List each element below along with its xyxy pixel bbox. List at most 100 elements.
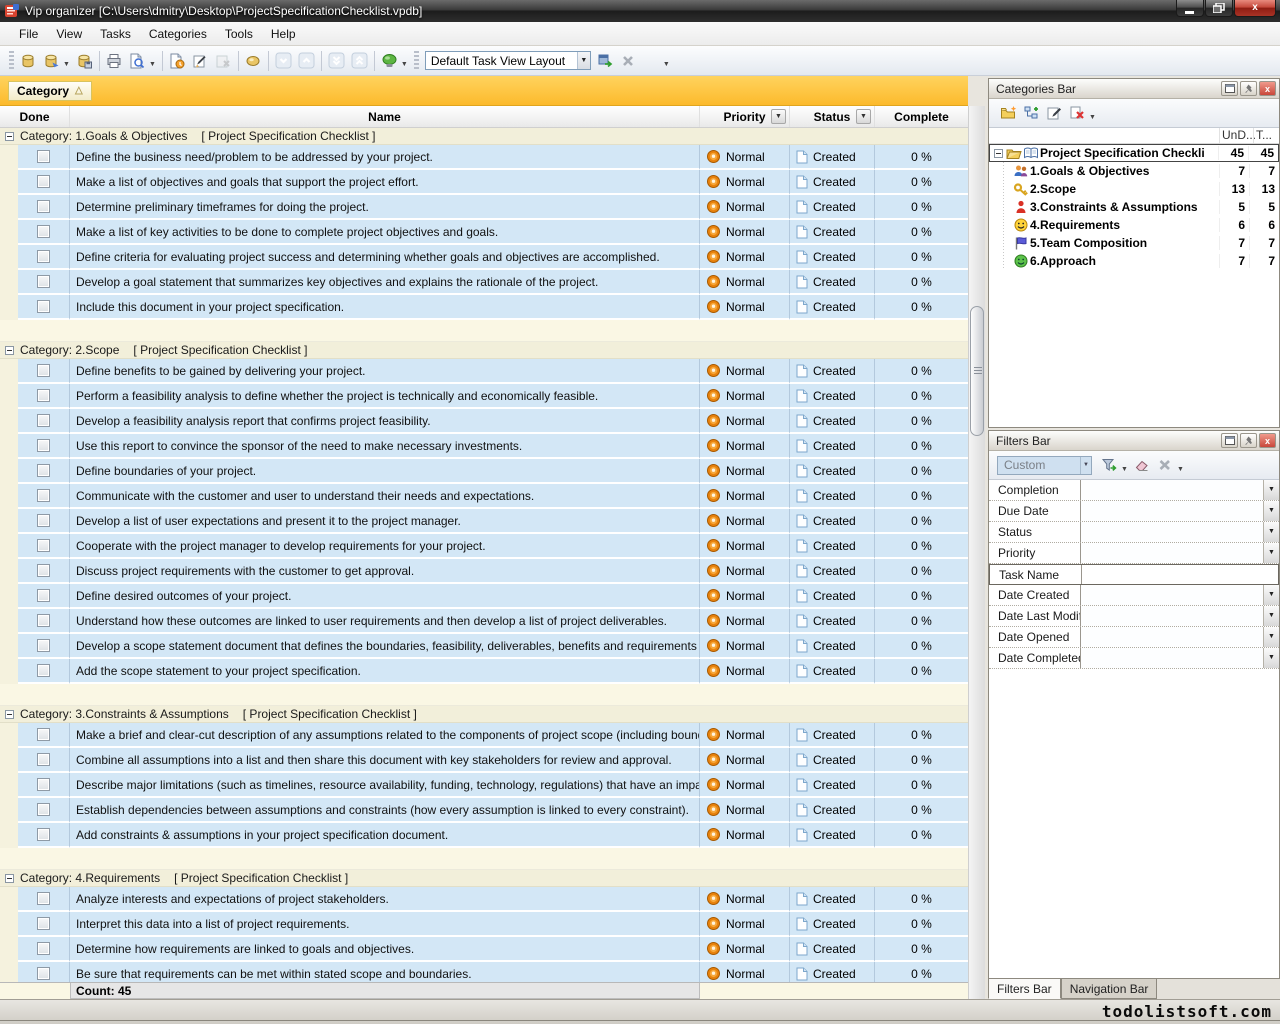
column-header-done[interactable]: Done: [0, 106, 70, 127]
task-checkbox[interactable]: [37, 150, 50, 163]
priority-cell[interactable]: Normal: [700, 584, 790, 609]
toolbar-button-new-category[interactable]: [997, 102, 1020, 124]
priority-cell[interactable]: Normal: [700, 295, 790, 320]
priority-cell[interactable]: Normal: [700, 887, 790, 912]
toolbar-button-print[interactable]: [103, 50, 126, 72]
filter-value-field[interactable]: [1081, 522, 1263, 542]
status-cell[interactable]: Created: [790, 170, 875, 195]
status-cell[interactable]: Created: [790, 634, 875, 659]
toolbar-button-open-database[interactable]: [40, 50, 63, 72]
filter-row-due-date[interactable]: Due Date▼: [989, 501, 1279, 522]
status-cell[interactable]: Created: [790, 409, 875, 434]
priority-cell[interactable]: Normal: [700, 773, 790, 798]
filter-row-date-completed[interactable]: Date Completed▼: [989, 648, 1279, 669]
task-name-cell[interactable]: Use this report to convince the sponsor …: [70, 434, 700, 459]
priority-cell[interactable]: Normal: [700, 748, 790, 773]
toolbar-button-new-subcategory[interactable]: [1020, 102, 1043, 124]
filter-dropdown-button[interactable]: ▼: [1263, 501, 1279, 521]
toolbar-button-new-database[interactable]: [17, 50, 40, 72]
filter-value-field[interactable]: [1081, 501, 1263, 521]
apply-filter-caret[interactable]: ▼: [1121, 466, 1128, 473]
priority-cell[interactable]: Normal: [700, 723, 790, 748]
status-cell[interactable]: Created: [790, 748, 875, 773]
filter-preset-combo[interactable]: Custom ▼: [997, 456, 1092, 475]
task-checkbox[interactable]: [37, 589, 50, 602]
status-cell[interactable]: Created: [790, 459, 875, 484]
toolbar-button-save-database[interactable]: [73, 50, 96, 72]
status-cell[interactable]: Created: [790, 245, 875, 270]
priority-cell[interactable]: Normal: [700, 509, 790, 534]
task-checkbox[interactable]: [37, 200, 50, 213]
task-name-cell[interactable]: Define boundaries of your project.: [70, 459, 700, 484]
task-name-cell[interactable]: Analyze interests and expectations of pr…: [70, 887, 700, 912]
filter-value-field[interactable]: [1081, 543, 1263, 563]
task-checkbox[interactable]: [37, 639, 50, 652]
menu-help[interactable]: Help: [262, 24, 305, 44]
tree-item[interactable]: 3.Constraints & Assumptions55: [989, 198, 1279, 216]
tree-item[interactable]: 6.Approach77: [989, 252, 1279, 270]
status-cell[interactable]: Created: [790, 509, 875, 534]
priority-cell[interactable]: Normal: [700, 559, 790, 584]
task-name-cell[interactable]: Make a list of key activities to be done…: [70, 220, 700, 245]
filter-dropdown-button[interactable]: ▼: [1263, 480, 1279, 500]
priority-cell[interactable]: Normal: [700, 170, 790, 195]
toolbar-button-erase-filter[interactable]: [1131, 454, 1154, 476]
filter-row-priority[interactable]: Priority▼: [989, 543, 1279, 564]
filters-float-button[interactable]: [1221, 433, 1238, 448]
priority-cell[interactable]: Normal: [700, 823, 790, 848]
status-cell[interactable]: Created: [790, 434, 875, 459]
column-header-name[interactable]: Name: [70, 106, 700, 127]
restore-button[interactable]: [1205, 0, 1233, 17]
task-checkbox[interactable]: [37, 892, 50, 905]
priority-cell[interactable]: Normal: [700, 220, 790, 245]
toolbar-button-edit-task[interactable]: [189, 50, 212, 72]
task-name-cell[interactable]: Develop a goal statement that summarizes…: [70, 270, 700, 295]
status-cell[interactable]: Created: [790, 798, 875, 823]
column-header-status[interactable]: Status ▼: [790, 106, 875, 127]
priority-cell[interactable]: Normal: [700, 962, 790, 982]
task-name-cell[interactable]: Be sure that requirements can be met wit…: [70, 962, 700, 982]
category-group-header[interactable]: Category: 2.Scope[ Project Specification…: [0, 342, 968, 359]
task-checkbox[interactable]: [37, 664, 50, 677]
priority-cell[interactable]: Normal: [700, 195, 790, 220]
toolbar-button-delete-category[interactable]: [1066, 102, 1089, 124]
menu-file[interactable]: File: [10, 24, 47, 44]
tree-item[interactable]: 2.Scope1313: [989, 180, 1279, 198]
status-cell[interactable]: Created: [790, 887, 875, 912]
task-name-cell[interactable]: Develop a scope statement document that …: [70, 634, 700, 659]
task-name-cell[interactable]: Make a list of objectives and goals that…: [70, 170, 700, 195]
collapse-group-icon[interactable]: [5, 874, 14, 883]
filter-dropdown-button[interactable]: ▼: [1263, 543, 1279, 563]
tree-item[interactable]: 4.Requirements66: [989, 216, 1279, 234]
priority-cell[interactable]: Normal: [700, 609, 790, 634]
close-button[interactable]: x: [1234, 0, 1276, 17]
filter-value-field[interactable]: [1081, 627, 1263, 647]
filter-value-field[interactable]: [1081, 480, 1263, 500]
task-name-cell[interactable]: Define benefits to be gained by deliveri…: [70, 359, 700, 384]
task-checkbox[interactable]: [37, 803, 50, 816]
filter-dropdown-button[interactable]: ▼: [1263, 585, 1279, 605]
status-cell[interactable]: Created: [790, 962, 875, 982]
task-name-cell[interactable]: Define desired outcomes of your project.: [70, 584, 700, 609]
task-name-cell[interactable]: Establish dependencies between assumptio…: [70, 798, 700, 823]
task-name-cell[interactable]: Perform a feasibility analysis to define…: [70, 384, 700, 409]
task-checkbox[interactable]: [37, 917, 50, 930]
filters-pin-button[interactable]: [1240, 433, 1257, 448]
task-name-cell[interactable]: Add the scope statement to your project …: [70, 659, 700, 684]
task-name-cell[interactable]: Define criteria for evaluating project s…: [70, 245, 700, 270]
priority-cell[interactable]: Normal: [700, 912, 790, 937]
filter-dropdown-button[interactable]: ▼: [1263, 606, 1279, 626]
task-checkbox[interactable]: [37, 414, 50, 427]
priority-cell[interactable]: Normal: [700, 484, 790, 509]
status-cell[interactable]: Created: [790, 484, 875, 509]
categories-float-button[interactable]: [1221, 81, 1238, 96]
task-name-cell[interactable]: Define the business need/problem to be a…: [70, 145, 700, 170]
categories-close-button[interactable]: x: [1259, 81, 1276, 96]
priority-cell[interactable]: Normal: [700, 659, 790, 684]
filters-close-button[interactable]: x: [1259, 433, 1276, 448]
collapse-group-icon[interactable]: [5, 132, 14, 141]
task-name-cell[interactable]: Understand how these outcomes are linked…: [70, 609, 700, 634]
collapse-tree-icon[interactable]: [994, 149, 1003, 158]
tree-root-item[interactable]: Project Specification Checkli4545: [989, 144, 1279, 162]
priority-cell[interactable]: Normal: [700, 634, 790, 659]
